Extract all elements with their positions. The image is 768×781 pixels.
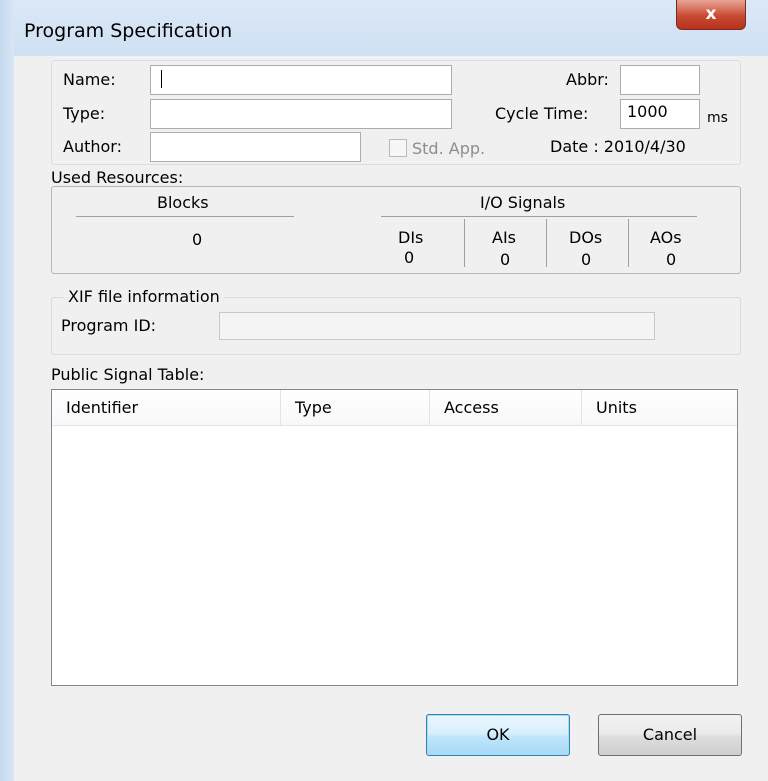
window-title: Program Specification xyxy=(24,20,233,42)
io-signals-header: I/O Signals xyxy=(480,193,566,212)
ok-button[interactable]: OK xyxy=(426,714,570,756)
dis-label: DIs xyxy=(398,228,424,247)
dos-value: 0 xyxy=(581,250,592,269)
type-field[interactable] xyxy=(150,99,452,129)
public-signal-table[interactable]: Identifier Type Access Units xyxy=(51,389,738,686)
cycle-time-field[interactable]: 1000 xyxy=(620,99,700,129)
ais-value: 0 xyxy=(500,250,511,269)
cancel-button[interactable]: Cancel xyxy=(598,714,742,756)
close-button[interactable]: x xyxy=(676,0,746,30)
blocks-divider xyxy=(76,216,294,217)
std-app-checkbox[interactable] xyxy=(389,139,407,157)
abbr-label: Abbr: xyxy=(566,70,609,89)
cycle-time-unit: ms xyxy=(707,110,728,126)
used-resources-group xyxy=(51,186,741,274)
dos-label: DOs xyxy=(569,228,603,247)
ais-label: AIs xyxy=(492,228,516,247)
column-header-access[interactable]: Access xyxy=(430,390,582,426)
column-header-units[interactable]: Units xyxy=(582,390,737,426)
abbr-field[interactable] xyxy=(620,65,700,95)
aos-value: 0 xyxy=(666,250,677,269)
std-app-label: Std. App. xyxy=(412,139,486,158)
column-header-type[interactable]: Type xyxy=(281,390,430,426)
io-separator-3 xyxy=(628,219,629,267)
blocks-value: 0 xyxy=(192,230,203,249)
program-id-label: Program ID: xyxy=(61,316,157,335)
cycle-time-label: Cycle Time: xyxy=(495,104,589,123)
author-label: Author: xyxy=(63,137,122,156)
window-frame-left xyxy=(0,0,14,781)
xif-title: XIF file information xyxy=(64,287,224,306)
author-field[interactable] xyxy=(150,132,361,162)
name-label: Name: xyxy=(63,70,116,89)
aos-label: AOs xyxy=(650,228,682,247)
date-label: Date : 2010/4/30 xyxy=(550,137,686,156)
dis-value: 0 xyxy=(404,248,415,267)
name-field[interactable] xyxy=(150,65,452,95)
column-header-identifier[interactable]: Identifier xyxy=(52,390,281,426)
program-id-field xyxy=(219,312,655,340)
io-separator-2 xyxy=(546,219,547,267)
public-signal-table-title: Public Signal Table: xyxy=(51,365,205,384)
io-signals-divider xyxy=(381,216,697,217)
io-separator-1 xyxy=(464,219,465,267)
close-icon: x xyxy=(705,4,717,24)
used-resources-title: Used Resources: xyxy=(51,168,184,187)
type-label: Type: xyxy=(63,104,106,123)
blocks-header: Blocks xyxy=(157,193,209,212)
